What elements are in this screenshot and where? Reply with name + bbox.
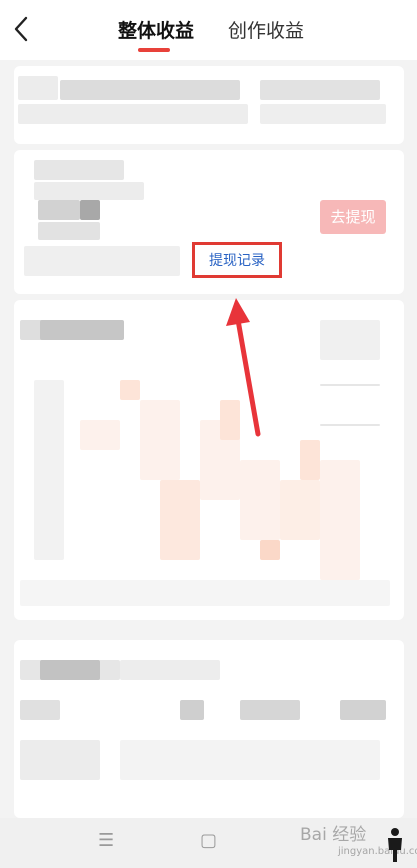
blurred-region [18,76,58,100]
blurred-region [180,700,204,720]
blurred-region [38,222,100,240]
blurred-region [20,580,390,606]
back-arrow-icon[interactable] [10,14,34,44]
menu-icon[interactable]: ☰ [98,830,114,851]
blurred-region [300,440,320,480]
blurred-region [40,660,100,680]
withdraw-record-label: 提现记录 [209,253,265,269]
blurred-region [18,104,248,124]
blurred-region [20,740,100,780]
blurred-region [120,660,220,680]
blurred-region [34,182,144,200]
blurred-region [280,480,320,540]
earnings-chart-card [14,300,404,620]
active-tab-indicator [138,48,170,52]
withdraw-record-link[interactable]: 提现记录 [192,242,282,278]
blurred-region [60,80,240,100]
blurred-region [240,700,300,720]
blurred-region [160,480,200,560]
blurred-region [320,320,380,360]
summary-card [14,66,404,144]
blurred-region [24,246,180,276]
earnings-screen: 整体收益 创作收益 去提现 提现记录 ☰ ▢ Bai 经验 jingyan.ba… [0,0,417,868]
blurred-region [320,384,380,386]
blurred-region [320,424,380,426]
home-icon[interactable]: ▢ [200,830,217,851]
blurred-region [80,420,120,450]
person-icon [388,828,402,862]
tab-creation-earnings[interactable]: 创作收益 [228,16,304,43]
blurred-region [240,460,280,540]
blurred-region [38,200,80,220]
withdraw-button[interactable]: 去提现 [320,200,386,234]
blurred-region [34,380,64,560]
watermark-text: Bai 经验 [300,825,367,845]
top-bar: 整体收益 创作收益 [0,0,417,60]
blurred-region [260,80,380,100]
blurred-region [34,160,124,180]
balance-card: 去提现 提现记录 [14,150,404,294]
blurred-region [320,460,360,580]
blurred-region [140,400,180,480]
tab-overall-earnings[interactable]: 整体收益 [118,16,194,43]
blurred-region [40,320,124,340]
blurred-region [120,740,380,780]
blurred-region [80,200,100,220]
blurred-region [260,104,386,124]
blurred-region [340,700,386,720]
earnings-list-card [14,640,404,818]
blurred-region [260,540,280,560]
blurred-region [20,700,60,720]
blurred-region [120,380,140,400]
blurred-region [220,400,240,440]
